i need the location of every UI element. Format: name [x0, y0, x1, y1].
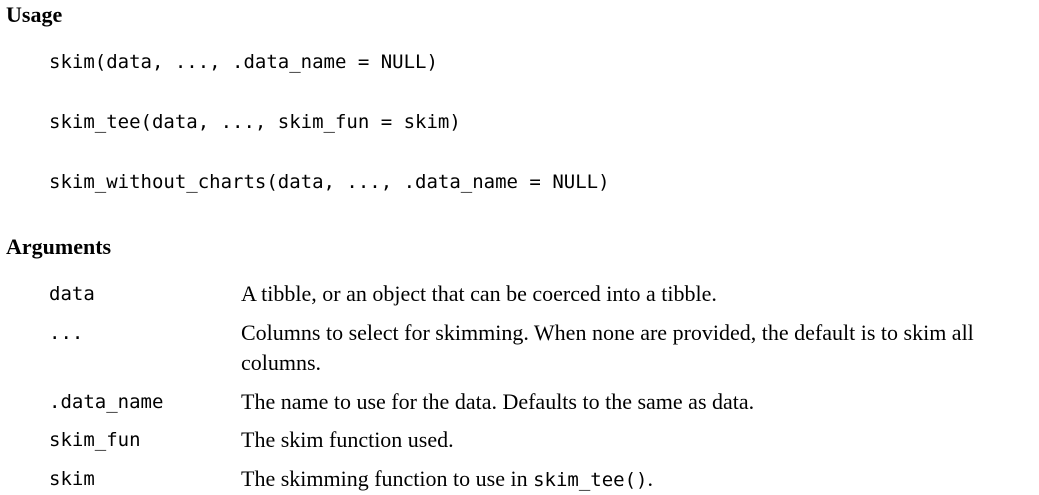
- usage-line-skim-tee: skim_tee(data, ..., skim_fun = skim): [49, 111, 461, 133]
- argument-name-skim-fun: skim_fun: [49, 429, 141, 451]
- argument-description-skim-fun: The skim function used.: [241, 427, 454, 452]
- argument-name-data-name: .data_name: [49, 391, 164, 413]
- argument-name-skim: skim: [49, 468, 95, 490]
- usage-line-skim-without-charts: skim_without_charts(data, ..., .data_nam…: [49, 171, 610, 193]
- argument-description-data-name: The name to use for the data. Defaults t…: [241, 389, 755, 414]
- usage-line-skim: skim(data, ..., .data_name = NULL): [49, 51, 438, 73]
- usage-heading: Usage: [6, 2, 63, 27]
- argument-description-data: A tibble, or an object that can be coerc…: [241, 281, 717, 306]
- argument-description-dots: Columns to select for skimming. When non…: [241, 320, 974, 375]
- argument-description-skim-prefix: The skimming function to use in: [241, 466, 534, 491]
- argument-name-data: data: [49, 283, 95, 305]
- argument-description-skim: The skimming function to use in skim_tee…: [241, 464, 1031, 495]
- argument-description-skim-suffix: .: [647, 466, 653, 491]
- arguments-heading: Arguments: [6, 234, 112, 259]
- argument-name-dots: ...: [49, 322, 84, 344]
- argument-description-skim-code: skim_tee(): [533, 469, 648, 491]
